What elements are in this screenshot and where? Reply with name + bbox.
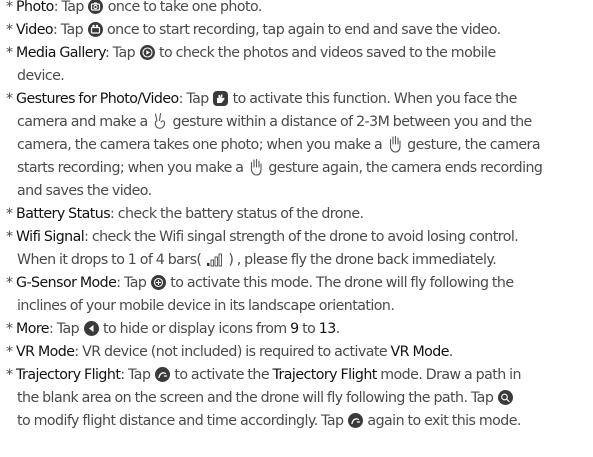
item-text: When it drops to 1 of 4 bars( — [17, 252, 205, 268]
item-text: camera, the camera takes one photo; when… — [17, 137, 386, 153]
term-vr-mode-inline: VR Mode — [390, 344, 450, 360]
term-wifi-signal: Wifi Signal — [16, 229, 85, 245]
trajectory-flight-icon — [154, 366, 170, 382]
item-text: the blank area on the screen and the dro… — [17, 390, 497, 406]
item-text: : VR device (not included) is required t… — [74, 344, 391, 360]
list-item-trajectory-flight: * Trajectory Flight: Tap to activate the… — [6, 366, 522, 383]
item-text: to modify flight distance and time accor… — [17, 413, 347, 429]
signal-bars-icon — [206, 252, 224, 267]
item-text: to activate this function. When you face… — [229, 91, 518, 107]
item-text: once to take one photo. — [104, 0, 263, 15]
item-text: to activate this mode. The drone will fl… — [166, 275, 514, 291]
trajectory-settings-icon — [497, 389, 513, 405]
item-text: : Tap — [53, 22, 87, 38]
list-item-continuation: to modify flight distance and time accor… — [17, 410, 521, 433]
list-item-continuation: camera, the camera takes one photo; when… — [17, 134, 541, 157]
item-text: : check the Wifi singal strength of the … — [84, 229, 519, 245]
list-item-photo: * Photo: Tap once to take one photo. — [6, 0, 263, 15]
range-start: 9 — [290, 321, 299, 337]
item-text: to — [298, 321, 319, 337]
gesture-icon — [213, 90, 229, 106]
item-text: . — [448, 344, 454, 360]
item-text: ) , please fly the drone back immediatel… — [224, 252, 497, 268]
victory-hand-icon — [152, 112, 168, 130]
item-text: : Tap — [120, 367, 154, 383]
list-item-media-gallery: * Media Gallery: Tap to check the photos… — [6, 44, 496, 61]
item-text: . — [335, 321, 341, 337]
list-item-continuation: When it drops to 1 of 4 bars( ) , please… — [17, 249, 497, 272]
list-item-battery-status: * Battery Status: check the battery stat… — [6, 206, 364, 222]
trajectory-flight-icon — [347, 412, 363, 428]
instruction-list: * Photo: Tap once to take one photo. * V… — [0, 0, 593, 457]
item-text: to check the photos and videos saved to … — [155, 45, 496, 61]
item-text: once to start recording, tap again to en… — [103, 22, 501, 38]
list-item-vr-mode: * VR Mode: VR device (not included) is r… — [6, 344, 454, 360]
term-trajectory-flight-inline: Trajectory Flight — [272, 367, 377, 383]
camera-icon — [88, 0, 104, 14]
item-text: : Tap — [104, 45, 139, 61]
item-text: gesture again, the camera ends recording — [264, 160, 543, 176]
list-item-g-sensor-mode: * G-Sensor Mode: Tap to activate this mo… — [6, 274, 514, 291]
g-sensor-icon — [150, 274, 166, 290]
list-item-continuation: and saves the video. — [17, 183, 152, 199]
term-video: Video — [16, 22, 54, 38]
list-item-video: * Video: Tap once to start recording, ta… — [6, 21, 501, 38]
term-photo: Photo — [16, 0, 54, 15]
more-arrow-icon — [83, 320, 99, 336]
term-g-sensor-mode: G-Sensor Mode — [16, 275, 117, 291]
item-text: : Tap — [116, 275, 150, 291]
item-text: starts recording; when you make a — [17, 160, 247, 176]
item-text: : Tap — [53, 0, 88, 15]
video-icon — [87, 21, 103, 37]
term-vr-mode: VR Mode — [16, 344, 75, 360]
term-more: More — [16, 321, 50, 337]
item-text: again to exit this mode. — [363, 413, 521, 429]
item-text: gesture within a distance of 2-3M betwee… — [169, 114, 533, 130]
list-item-continuation: inclines of your mobile device in its la… — [17, 298, 395, 314]
list-item-continuation: device. — [17, 68, 65, 84]
term-battery-status: Battery Status — [16, 206, 111, 222]
list-item-continuation: starts recording; when you make a gestur… — [17, 157, 543, 180]
item-text: : check the battery status of the drone. — [110, 206, 364, 222]
item-text: gesture, the camera — [403, 137, 540, 153]
item-text: to activate the — [170, 367, 273, 383]
open-palm-icon — [248, 158, 264, 176]
media-gallery-icon — [139, 44, 155, 60]
item-text: mode. Draw a path in — [376, 367, 521, 383]
item-text: : Tap — [49, 321, 83, 337]
item-text: : Tap — [178, 91, 213, 107]
item-text: to hide or display icons from — [99, 321, 291, 337]
item-text: camera and make a — [17, 114, 152, 130]
list-item-gestures: * Gestures for Photo/Video: Tap to activ… — [6, 90, 518, 107]
term-media-gallery: Media Gallery — [16, 45, 106, 61]
list-item-continuation: the blank area on the screen and the dro… — [17, 387, 514, 410]
list-item-wifi-signal: * Wifi Signal: check the Wifi singal str… — [6, 229, 519, 245]
term-gestures: Gestures for Photo/Video — [16, 91, 179, 107]
open-palm-icon — [387, 135, 403, 153]
range-end: 13 — [318, 321, 337, 337]
list-item-continuation: camera and make a gesture within a dista… — [17, 111, 532, 134]
term-trajectory-flight: Trajectory Flight — [16, 367, 121, 383]
list-item-more: * More: Tap to hide or display icons fro… — [6, 320, 341, 337]
